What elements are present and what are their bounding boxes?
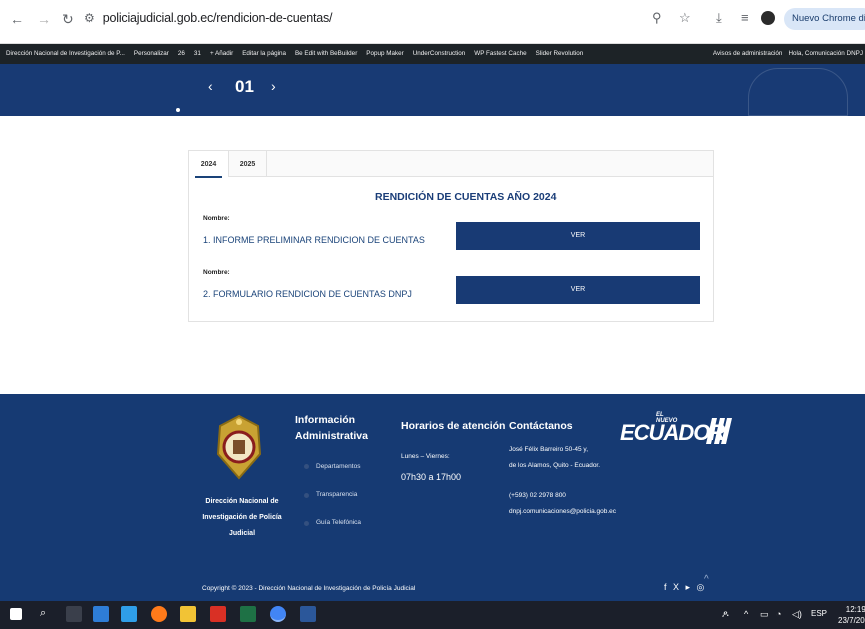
- report-name-1: 1. INFORME PRELIMINAR RENDICION DE CUENT…: [203, 235, 425, 245]
- wp-admin-bar: Dirección Nacional de Investigación de P…: [0, 44, 865, 64]
- zoom-icon[interactable]: ⚲: [652, 10, 662, 26]
- hours-time: 07h30 a 17h00: [401, 472, 462, 482]
- brand-stripes-icon: [706, 418, 732, 444]
- excel-icon[interactable]: [240, 606, 256, 622]
- download-icon[interactable]: ⤓: [716, 10, 722, 26]
- firefox-icon[interactable]: [151, 606, 167, 622]
- link-guia-telefonica[interactable]: Guía Telefónica: [316, 519, 361, 526]
- bullet-icon: [304, 521, 309, 526]
- word-icon[interactable]: [300, 606, 316, 622]
- acrobat-icon[interactable]: [210, 606, 226, 622]
- reload-icon[interactable]: ↻: [62, 11, 74, 28]
- clock-time: 12:19: [845, 605, 865, 614]
- contact-email[interactable]: dnpj.comunicaciones@policia.gob.ec: [509, 508, 616, 515]
- address-bar[interactable]: ⚙ policiajudicial.gob.ec/rendicion-de-cu…: [84, 6, 684, 30]
- chrome-icon[interactable]: [270, 606, 286, 622]
- explorer-icon[interactable]: [180, 606, 196, 622]
- battery-icon[interactable]: ▭: [760, 609, 769, 620]
- tab-2025[interactable]: 2025: [229, 151, 267, 177]
- bullet-icon: [304, 464, 309, 469]
- hero-watermark-emblem: [748, 68, 848, 116]
- admin-bar-item[interactable]: 26: [178, 50, 185, 57]
- contact-title: Contáctanos: [509, 420, 573, 432]
- admin-bar-item[interactable]: 31: [194, 50, 201, 57]
- windows-start-icon[interactable]: [10, 608, 22, 620]
- report-name-2: 2. FORMULARIO RENDICION DE CUENTAS DNPJ: [203, 289, 412, 299]
- language-indicator[interactable]: ESP: [811, 609, 827, 618]
- clock-date: 23/7/2025: [838, 616, 865, 625]
- slider-next-arrow[interactable]: ›: [271, 78, 276, 94]
- contact-phone: (+593) 02 2978 800: [509, 492, 566, 499]
- edge-icon[interactable]: [121, 606, 137, 622]
- ver-button-1[interactable]: VER: [456, 222, 700, 250]
- link-transparencia[interactable]: Transparencia: [316, 491, 357, 498]
- police-logo: [216, 414, 262, 480]
- admin-bar-right-item[interactable]: Hola, Comunicación DNPJ: [788, 50, 863, 57]
- slide-number: 01: [235, 77, 254, 96]
- site-info-icon[interactable]: ⚙: [84, 11, 95, 25]
- admin-bar-item[interactable]: UnderConstruction: [413, 50, 466, 57]
- media-icon[interactable]: ≡: [741, 10, 749, 25]
- windows-taskbar: ⌕ ዶ ^ ▭ ◔ ◁) ESP 12:19 23/7/2025: [0, 601, 865, 629]
- people-icon[interactable]: ዶ: [722, 609, 729, 620]
- admin-bar-item[interactable]: Slider Revolution: [536, 50, 584, 57]
- admin-bar-items: Dirección Nacional de Investigación de P…: [6, 50, 583, 57]
- app-icon[interactable]: [93, 606, 109, 622]
- bullet-icon: [304, 493, 309, 498]
- copyright-text: Copyright © 2023 - Dirección Nacional de…: [202, 585, 416, 592]
- hero-slider: ‹ 01 ›: [0, 64, 865, 116]
- link-departamentos[interactable]: Departamentos: [316, 463, 360, 470]
- admin-bar-item[interactable]: WP Fastest Cache: [474, 50, 526, 57]
- tab-2024[interactable]: 2024: [189, 151, 229, 178]
- url-text: policiajudicial.gob.ec/rendicion-de-cuen…: [102, 11, 333, 25]
- address-line-1: José Félix Barreiro 50-45 y,: [509, 446, 588, 453]
- rendicion-card: 2024 2025 RENDICIÓN DE CUENTAS AÑO 2024 …: [188, 150, 714, 322]
- admin-bar-item[interactable]: Editar la página: [242, 50, 286, 57]
- admin-bar-right-item[interactable]: Avisos de administración: [713, 50, 783, 57]
- hours-days: Lunes – Viernes:: [401, 453, 450, 460]
- year-tabs: 2024 2025: [189, 151, 713, 178]
- admin-bar-item[interactable]: Personalizar: [134, 50, 169, 57]
- org-name: Dirección Nacional de Investigación de P…: [202, 498, 282, 537]
- address-line-2: de los Alamos, Quito - Ecuador.: [509, 462, 601, 469]
- clock[interactable]: 12:19 23/7/2025: [838, 604, 865, 626]
- volume-icon[interactable]: ◁): [792, 609, 802, 620]
- section-title: RENDICIÓN DE CUENTAS AÑO 2024: [375, 191, 557, 203]
- scroll-top-icon[interactable]: ^: [704, 574, 709, 585]
- admin-bar-item[interactable]: Be Edit with BeBuilder: [295, 50, 357, 57]
- new-chrome-button[interactable]: Nuevo Chrome disponible: [784, 8, 865, 30]
- search-icon[interactable]: ⌕: [40, 607, 46, 620]
- row-name-label: Nombre:: [203, 269, 230, 276]
- info-title: Información Administrativa: [295, 414, 368, 442]
- browser-toolbar: ← → ↻ ⚙ policiajudicial.gob.ec/rendicion…: [0, 0, 865, 44]
- admin-bar-item[interactable]: Popup Maker: [366, 50, 403, 57]
- admin-bar-item[interactable]: Dirección Nacional de Investigación de P…: [6, 50, 125, 57]
- ver-button-2[interactable]: VER: [456, 276, 700, 304]
- admin-bar-item[interactable]: + Añadir: [210, 50, 233, 57]
- row-name-label: Nombre:: [203, 215, 230, 222]
- admin-bar-right: Avisos de administración Hola, Comunicaci…: [713, 50, 863, 57]
- tray-chevron-icon[interactable]: ^: [744, 609, 748, 619]
- slider-prev-arrow[interactable]: ‹: [208, 78, 213, 94]
- star-icon[interactable]: ☆: [679, 10, 691, 26]
- social-icons[interactable]: f X ▸ ◎: [664, 582, 706, 593]
- profile-icon[interactable]: [761, 11, 775, 25]
- site-footer: Dirección Nacional de Investigación de P…: [0, 394, 865, 601]
- slider-dot[interactable]: [176, 108, 180, 112]
- hours-title: Horarios de atención: [401, 420, 506, 432]
- task-view-icon[interactable]: [66, 606, 82, 622]
- forward-icon[interactable]: →: [37, 11, 51, 27]
- network-icon[interactable]: ◔: [776, 609, 781, 619]
- back-icon[interactable]: ←: [10, 11, 24, 27]
